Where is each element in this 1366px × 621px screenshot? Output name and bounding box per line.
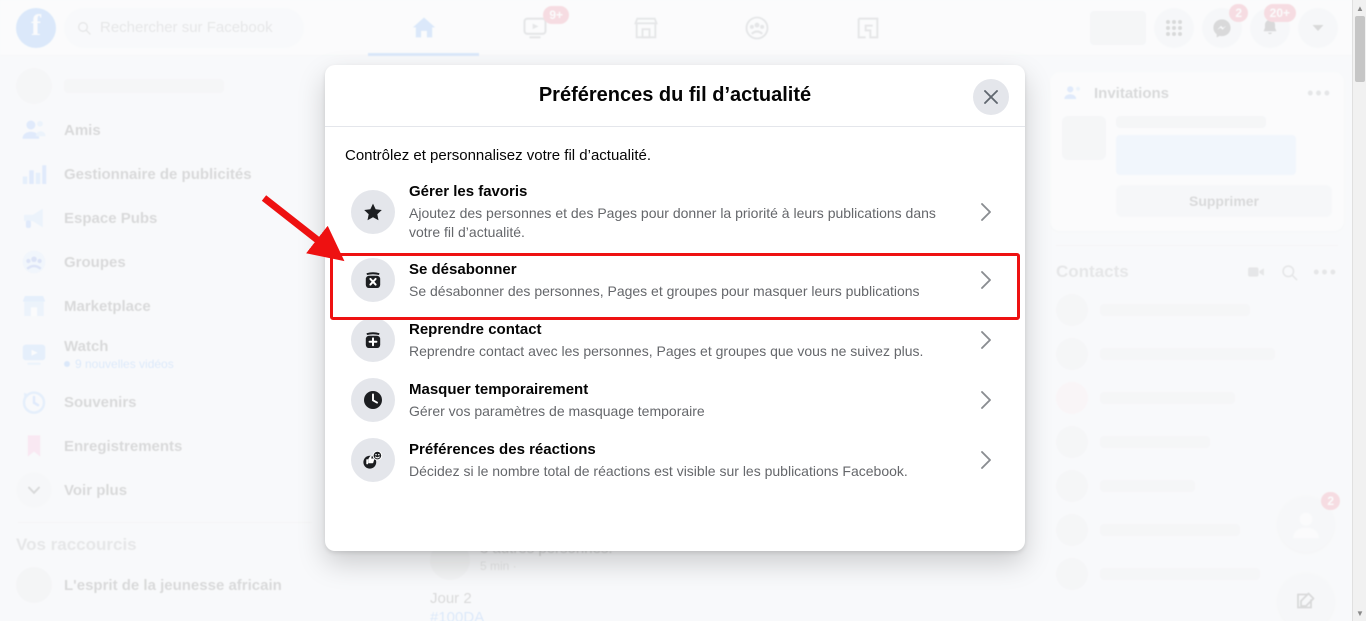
scrollbar-down-arrow-icon[interactable]: ▼: [1353, 605, 1366, 621]
preferences-option-list: Gérer les favoris Ajoutez des personnes …: [341, 174, 1009, 490]
chevron-right-icon: [973, 389, 999, 411]
option-description: Se désabonner des personnes, Pages et gr…: [409, 282, 920, 299]
clock-icon: [351, 378, 395, 422]
option-description: Ajoutez des personnes et des Pages pour …: [409, 205, 936, 240]
option-text: Préférences des réactions Décidez si le …: [409, 440, 959, 481]
option-title: Préférences des réactions: [409, 440, 596, 458]
reconnect-icon: [351, 318, 395, 362]
option-text: Se désabonner Se désabonner des personne…: [409, 260, 959, 301]
window-scrollbar[interactable]: ▲ ▼: [1352, 0, 1366, 621]
option-description: Gérer vos paramètres de masquage tempora…: [409, 402, 705, 419]
option-text: Gérer les favoris Ajoutez des personnes …: [409, 182, 959, 242]
scrollbar-up-arrow-icon[interactable]: ▲: [1353, 0, 1366, 16]
chevron-right-icon: [973, 201, 999, 223]
option-preferences-des-reactions[interactable]: Préférences des réactions Décidez si le …: [341, 430, 1009, 490]
option-masquer-temporairement[interactable]: Masquer temporairement Gérer vos paramèt…: [341, 370, 1009, 430]
chevron-right-icon: [973, 449, 999, 471]
feed-preferences-dialog: Préférences du fil d’actualité Contrôlez…: [325, 65, 1025, 551]
close-button[interactable]: [973, 79, 1009, 115]
chevron-right-icon: [973, 269, 999, 291]
option-se-desabonner[interactable]: Se désabonner Se désabonner des personne…: [341, 250, 1009, 310]
chevron-right-icon: [973, 329, 999, 351]
option-text: Masquer temporairement Gérer vos paramèt…: [409, 380, 959, 421]
option-title: Masquer temporairement: [409, 380, 589, 398]
option-title: Gérer les favoris: [409, 183, 528, 200]
option-gerer-les-favoris[interactable]: Gérer les favoris Ajoutez des personnes …: [341, 174, 1009, 250]
reactions-icon: [351, 438, 395, 482]
option-title: Se désabonner: [409, 260, 517, 278]
dialog-subtitle: Contrôlez et personnalisez votre fil d’a…: [345, 147, 651, 164]
dialog-header: Préférences du fil d’actualité: [325, 65, 1025, 127]
unfollow-icon: [351, 258, 395, 302]
option-description: Décidez si le nombre total de réactions …: [409, 462, 908, 479]
dialog-body: Contrôlez et personnalisez votre fil d’a…: [325, 127, 1025, 500]
close-icon: [984, 90, 998, 104]
option-title: Reprendre contact: [409, 320, 542, 338]
option-description: Reprendre contact avec les personnes, Pa…: [409, 342, 924, 359]
page-root: f Rechercher sur Facebook: [0, 0, 1366, 621]
page-title: Préférences du fil d’actualité: [538, 84, 812, 106]
star-icon: [351, 190, 395, 234]
scrollbar-thumb[interactable]: [1355, 16, 1365, 82]
option-text: Reprendre contact Reprendre contact avec…: [409, 320, 959, 361]
option-reprendre-contact[interactable]: Reprendre contact Reprendre contact avec…: [341, 310, 1009, 370]
